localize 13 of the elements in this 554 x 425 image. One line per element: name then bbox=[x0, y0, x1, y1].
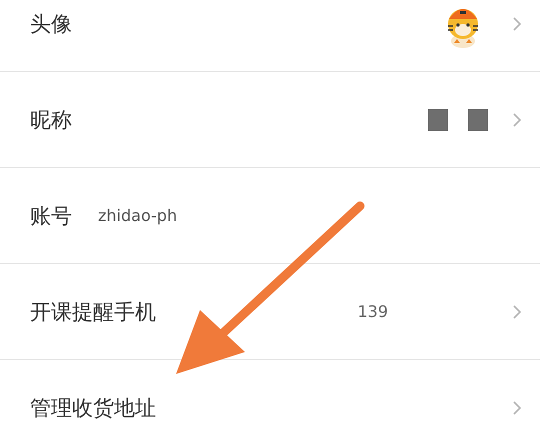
settings-row[interactable]: 昵称 bbox=[0, 72, 540, 168]
row-label: 账号 bbox=[30, 202, 72, 230]
phone-value: 139 bbox=[357, 302, 388, 321]
account-value: zhidao-ph bbox=[98, 206, 178, 225]
settings-row[interactable]: 管理收货地址 bbox=[0, 360, 540, 425]
row-label: 头像 bbox=[30, 10, 72, 38]
row-label: 昵称 bbox=[30, 106, 72, 134]
settings-row[interactable]: 头像 bbox=[0, 0, 540, 72]
row-label: 开课提醒手机 bbox=[30, 298, 156, 326]
row-label: 管理收货地址 bbox=[30, 395, 156, 422]
redaction-block bbox=[428, 108, 448, 130]
redaction-block bbox=[468, 108, 488, 130]
settings-row[interactable]: 账号 zhidao-ph bbox=[0, 168, 540, 264]
